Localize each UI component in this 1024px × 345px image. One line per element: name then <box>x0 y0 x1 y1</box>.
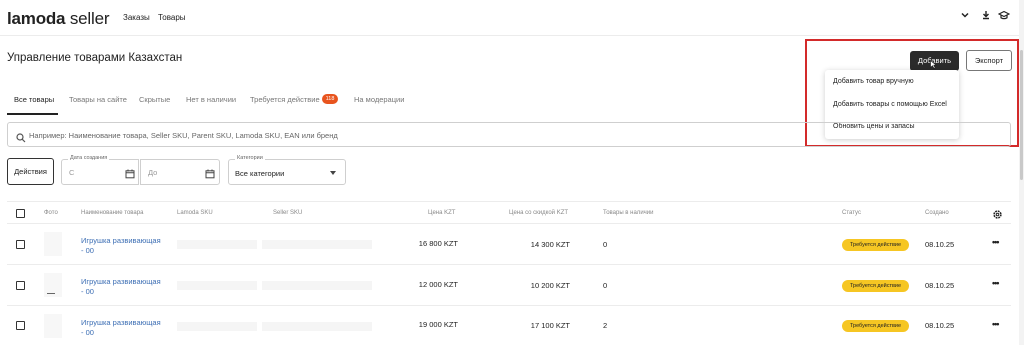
calendar-icon[interactable] <box>125 166 135 179</box>
gear-icon[interactable] <box>992 207 1003 219</box>
more-options-icon[interactable]: ••• <box>992 278 1000 288</box>
select-all-checkbox[interactable] <box>16 209 25 218</box>
price-value: 16 800 KZT <box>418 239 458 248</box>
product-thumbnail[interactable] <box>44 314 62 338</box>
table-header-divider <box>7 223 1011 224</box>
created-date: 08.10.25 <box>925 321 955 330</box>
stock-value: 0 <box>603 240 608 249</box>
lamoda-sku-value <box>177 322 257 331</box>
date-to-placeholder: До <box>148 168 158 177</box>
product-name-link[interactable]: Игрушка развивающая - 00 <box>81 318 163 338</box>
category-select[interactable]: Категории Все категории <box>228 155 346 185</box>
tab-hidden[interactable]: Скрытые <box>139 95 170 104</box>
active-tab-indicator <box>7 113 58 115</box>
col-stock[interactable]: Товары в наличии <box>603 210 654 216</box>
row-divider <box>7 264 1011 265</box>
download-icon[interactable] <box>979 10 993 24</box>
logo-sub: seller <box>69 9 110 28</box>
created-date: 08.10.25 <box>925 240 955 249</box>
actions-button[interactable]: Действия <box>7 158 54 185</box>
date-to-field[interactable]: До <box>140 159 220 185</box>
dropdown-caret-icon <box>330 171 336 175</box>
date-from-field[interactable]: Дата создания С <box>61 155 139 185</box>
col-name[interactable]: Наименование товара <box>81 210 143 216</box>
export-button[interactable]: Экспорт <box>966 50 1012 71</box>
col-lamoda-sku[interactable]: Lamoda SKU <box>177 210 213 216</box>
product-name-link[interactable]: Игрушка развивающая - 00 <box>81 236 163 256</box>
status-badge: Требуется действие <box>842 280 909 292</box>
col-discount-price[interactable]: Цена со скидкой KZT <box>509 210 568 216</box>
product-thumbnail[interactable] <box>44 232 62 256</box>
tab-action-required[interactable]: Требуется действие <box>250 95 320 104</box>
menu-item-add-excel[interactable]: Добавить товары с помощью Excel <box>833 101 947 108</box>
more-options-icon[interactable]: ••• <box>992 237 1000 247</box>
scrollbar[interactable] <box>1019 0 1024 345</box>
created-date: 08.10.25 <box>925 281 955 290</box>
seller-sku-value <box>262 322 372 331</box>
tab-on-site[interactable]: Товары на сайте <box>69 95 127 104</box>
tab-moderation[interactable]: На модерации <box>354 95 404 104</box>
product-name-link[interactable]: Игрушка развивающая - 00 <box>81 277 163 297</box>
seller-sku-value <box>262 240 372 249</box>
logo[interactable]: lamoda seller <box>7 9 109 29</box>
category-value: Все категории <box>235 169 285 178</box>
price-value: 12 000 KZT <box>418 280 458 289</box>
col-photo: Фото <box>44 210 58 216</box>
row-checkbox[interactable] <box>16 321 25 330</box>
category-label: Категории <box>235 155 265 161</box>
col-price[interactable]: Цена KZT <box>428 210 455 216</box>
status-badge: Требуется действие <box>842 320 909 332</box>
col-status[interactable]: Статус <box>842 210 861 216</box>
nav-products[interactable]: Товары <box>158 13 186 22</box>
more-options-icon[interactable]: ••• <box>992 319 1000 329</box>
menu-item-add-manually[interactable]: Добавить товар вручную <box>833 78 914 85</box>
search-input[interactable]: Например: Наименование товара, Seller SK… <box>7 122 1011 147</box>
top-bar: lamoda seller Заказы Товары <box>0 0 1024 36</box>
discount-price-value: 17 100 KZT <box>530 321 570 330</box>
action-count-badge: 118 <box>322 94 338 104</box>
search-placeholder: Например: Наименование товара, Seller SK… <box>29 131 338 140</box>
seller-sku-value <box>262 281 372 290</box>
scrollbar-thumb[interactable] <box>1020 50 1023 180</box>
row-checkbox[interactable] <box>16 240 25 249</box>
row-divider <box>7 305 1011 306</box>
nav-orders[interactable]: Заказы <box>123 13 150 22</box>
row-checkbox[interactable] <box>16 281 25 290</box>
logo-brand: lamoda <box>7 9 66 28</box>
discount-price-value: 10 200 KZT <box>530 281 570 290</box>
calendar-icon[interactable] <box>205 166 215 179</box>
search-icon <box>16 130 26 143</box>
education-icon[interactable] <box>997 10 1011 24</box>
price-value: 19 000 KZT <box>418 320 458 329</box>
lamoda-sku-value <box>177 240 257 249</box>
tab-all-products[interactable]: Все товары <box>14 95 54 104</box>
table-top-divider <box>7 201 1011 202</box>
col-created[interactable]: Создано <box>925 210 949 216</box>
date-label: Дата создания <box>68 155 110 161</box>
chevron-down-icon[interactable] <box>958 10 972 24</box>
col-seller-sku[interactable]: Seller SKU <box>273 210 302 216</box>
stock-value: 2 <box>603 321 608 330</box>
discount-price-value: 14 300 KZT <box>530 240 570 249</box>
date-from-placeholder: С <box>69 168 75 177</box>
stock-value: 0 <box>603 281 608 290</box>
page-title: Управление товарами Казахстан <box>7 52 183 64</box>
thumbnail-detail <box>47 293 55 294</box>
lamoda-sku-value <box>177 281 257 290</box>
status-badge: Требуется действие <box>842 239 909 251</box>
tab-out-of-stock[interactable]: Нет в наличии <box>186 95 236 104</box>
